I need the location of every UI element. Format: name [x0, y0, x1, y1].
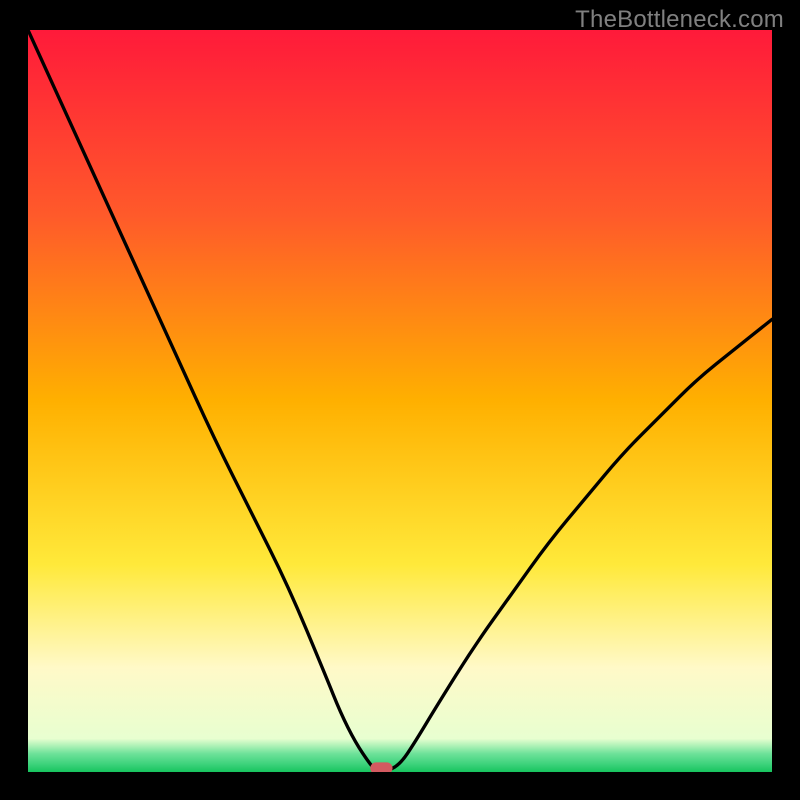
chart-frame [28, 30, 772, 772]
watermark-text: TheBottleneck.com [575, 6, 784, 34]
bottleneck-chart [28, 30, 772, 772]
gradient-background [28, 30, 772, 772]
optimum-marker [370, 762, 392, 772]
